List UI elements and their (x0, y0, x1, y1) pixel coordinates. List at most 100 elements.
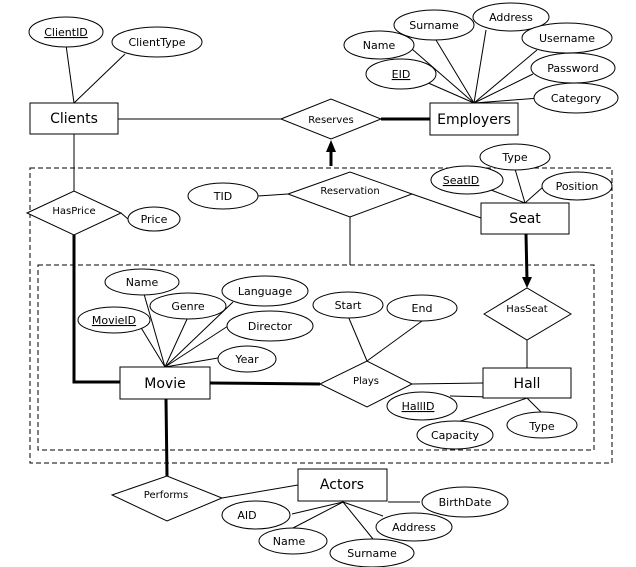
attribute-label: Address (392, 521, 436, 534)
line-hall-type (526, 397, 543, 414)
attribute-label: BirthDate (439, 496, 492, 509)
attribute-actor-name[interactable]: Name (258, 527, 328, 555)
attribute-clienttype[interactable]: ClientType (111, 26, 203, 58)
attribute-label: Start (335, 299, 363, 312)
relationship-label: HasSeat (506, 304, 547, 315)
attribute-label: HallID (402, 400, 435, 413)
line-clienttype (73, 53, 126, 104)
arrow-head-reserves (326, 140, 336, 152)
attribute-label: Username (539, 32, 595, 45)
relationship-hasprice[interactable]: HasPrice (25, 190, 123, 236)
entity-movie[interactable]: Movie (119, 366, 211, 400)
relationship-label: Plays (353, 376, 379, 387)
line-clientid (65, 44, 75, 104)
line-movie-plays (209, 381, 321, 386)
line-movieid (139, 325, 166, 368)
attribute-employers-category[interactable]: Category (533, 82, 619, 114)
relationship-reserves[interactable]: Reserves (279, 98, 383, 140)
attribute-position[interactable]: Position (541, 171, 613, 201)
attribute-hallid[interactable]: HallID (386, 391, 458, 421)
attribute-aid[interactable]: AID (221, 500, 291, 530)
attribute-label: MovieID (92, 314, 136, 327)
attribute-seat-type[interactable]: Type (479, 143, 551, 171)
entity-label: Employers (437, 112, 511, 128)
attribute-label: TID (213, 190, 232, 203)
entity-label: Actors (320, 477, 364, 493)
line-performs-actors (221, 484, 299, 499)
relationship-label: Reserves (308, 115, 353, 126)
attribute-movie-name[interactable]: Name (104, 268, 180, 296)
attribute-label: Address (489, 11, 533, 24)
line-reservation-seat (411, 193, 482, 219)
attribute-actor-surname[interactable]: Surname (329, 538, 415, 567)
attribute-genre[interactable]: Genre (149, 292, 227, 320)
attribute-director[interactable]: Director (226, 310, 314, 342)
line-aid (291, 501, 344, 515)
attribute-label: ClientType (128, 36, 185, 49)
relationship-label: Performs (144, 490, 188, 501)
attribute-label: Director (248, 320, 293, 333)
attribute-actor-address[interactable]: Address (375, 512, 453, 542)
attribute-label: Language (238, 285, 293, 298)
attribute-label: End (412, 302, 433, 315)
attribute-label: Type (528, 420, 554, 433)
attribute-label: EID (392, 68, 411, 81)
attribute-label: ClientID (44, 26, 88, 39)
entity-label: Hall (514, 376, 541, 392)
attribute-employers-surname[interactable]: Surname (393, 9, 475, 41)
relationship-reservation[interactable]: Reservation (286, 171, 414, 218)
attribute-clientid[interactable]: ClientID (28, 16, 104, 48)
attribute-start[interactable]: Start (312, 291, 384, 319)
attribute-employers-password[interactable]: Password (530, 52, 616, 84)
attribute-label: Surname (347, 547, 397, 560)
attribute-label: Password (547, 62, 598, 75)
attribute-label: SeatID (443, 174, 480, 187)
entity-seat[interactable]: Seat (480, 202, 570, 235)
attribute-tid[interactable]: TID (187, 182, 259, 210)
entity-employers[interactable]: Employers (429, 102, 519, 136)
line-seat-hasseat (524, 233, 529, 281)
attribute-label: Name (363, 39, 396, 52)
attribute-movieid[interactable]: MovieID (77, 306, 151, 334)
relationship-label: Reservation (320, 186, 379, 197)
line-address-emp (473, 29, 487, 104)
attribute-seatid[interactable]: SeatID (430, 165, 504, 195)
attribute-label: Position (556, 180, 599, 193)
line-seatid (490, 189, 526, 204)
attribute-price[interactable]: Price (127, 206, 181, 232)
line-actor-name (292, 501, 344, 529)
line-plays-hall (411, 382, 484, 385)
attribute-label: Category (551, 92, 602, 105)
line-position (524, 186, 544, 204)
arrow-head-hasseat (522, 277, 532, 288)
attribute-end[interactable]: End (386, 294, 458, 322)
entity-label: Clients (50, 111, 98, 127)
attribute-label: Surname (409, 19, 459, 32)
entity-hall[interactable]: Hall (482, 367, 572, 399)
entity-label: Movie (144, 376, 185, 392)
attribute-employers-username[interactable]: Username (521, 22, 613, 54)
attribute-label: Genre (171, 300, 205, 313)
attribute-label: Type (501, 151, 527, 164)
line-end (366, 320, 423, 362)
attribute-year[interactable]: Year (217, 345, 277, 373)
entity-clients[interactable]: Clients (29, 102, 119, 135)
relationship-hasseat[interactable]: HasSeat (483, 287, 572, 341)
line-category (473, 97, 541, 104)
entity-actors[interactable]: Actors (297, 468, 388, 502)
line-tid (257, 193, 289, 197)
line-movie-performs (164, 398, 169, 477)
attribute-eid[interactable]: EID (365, 58, 437, 90)
attribute-label: Name (273, 535, 306, 548)
attribute-hall-type[interactable]: Type (506, 411, 578, 439)
attribute-birthdate[interactable]: BirthDate (421, 486, 509, 518)
line-hasprice-price (120, 212, 129, 220)
entity-label: Seat (509, 211, 541, 227)
attribute-capacity[interactable]: Capacity (416, 420, 494, 450)
attribute-label: AID (237, 509, 256, 522)
attribute-label: Name (126, 276, 159, 289)
attribute-language[interactable]: Language (221, 275, 309, 307)
relationship-label: HasPrice (52, 206, 95, 217)
relationship-performs[interactable]: Performs (110, 475, 224, 522)
line-seat-type (514, 168, 526, 204)
